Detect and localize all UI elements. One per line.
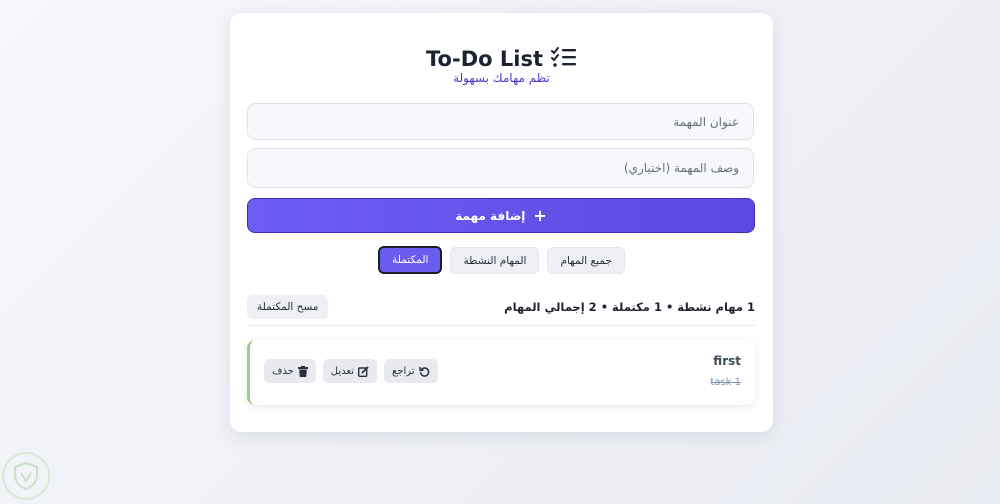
filter-all[interactable]: جميع المهام bbox=[547, 247, 625, 274]
undo-icon bbox=[418, 366, 430, 377]
undo-button[interactable]: تراجع bbox=[384, 359, 438, 383]
filter-tabs: المكتملة المهام النشطة جميع المهام bbox=[230, 246, 773, 274]
task-stats: 1 مهام نشطة • 1 مكتملة • 2 إجمالي المهام bbox=[504, 300, 755, 314]
add-task-button[interactable]: + إضافة مهمة bbox=[247, 198, 755, 233]
task-title-input[interactable] bbox=[247, 103, 754, 140]
filter-completed[interactable]: المكتملة bbox=[378, 246, 443, 274]
trash-icon bbox=[297, 365, 308, 377]
undo-label: تراجع bbox=[392, 365, 415, 377]
todo-card: To-Do List تظم مهامك بسهولة + إضافة مهمة… bbox=[230, 13, 773, 432]
task-actions: حذف تعديل تراجع bbox=[264, 359, 438, 383]
edit-icon bbox=[358, 365, 369, 377]
shield-logo-icon bbox=[2, 452, 50, 500]
add-task-label: إضافة مهمة bbox=[455, 208, 526, 223]
filter-active[interactable]: المهام النشطة bbox=[450, 247, 540, 274]
divider bbox=[247, 325, 755, 326]
task-description: task 1 bbox=[710, 377, 741, 388]
task-item: حذف تعديل تراجع first task 1 bbox=[247, 340, 755, 405]
delete-label: حذف bbox=[272, 365, 294, 377]
plus-icon: + bbox=[533, 205, 547, 225]
list-check-icon bbox=[550, 47, 577, 71]
subtitle: تظم مهامك بسهولة bbox=[453, 71, 550, 85]
stats-row: مسح المكتملة 1 مهام نشطة • 1 مكتملة • 2 … bbox=[247, 294, 755, 320]
edit-button[interactable]: تعديل bbox=[322, 359, 378, 383]
task-title: first bbox=[713, 354, 741, 368]
edit-label: تعديل bbox=[330, 365, 355, 377]
clear-completed-button[interactable]: مسح المكتملة bbox=[247, 295, 329, 319]
header: To-Do List bbox=[230, 47, 773, 71]
delete-button[interactable]: حذف bbox=[264, 359, 316, 383]
page-title: To-Do List bbox=[426, 47, 543, 71]
task-description-input[interactable] bbox=[247, 148, 754, 188]
